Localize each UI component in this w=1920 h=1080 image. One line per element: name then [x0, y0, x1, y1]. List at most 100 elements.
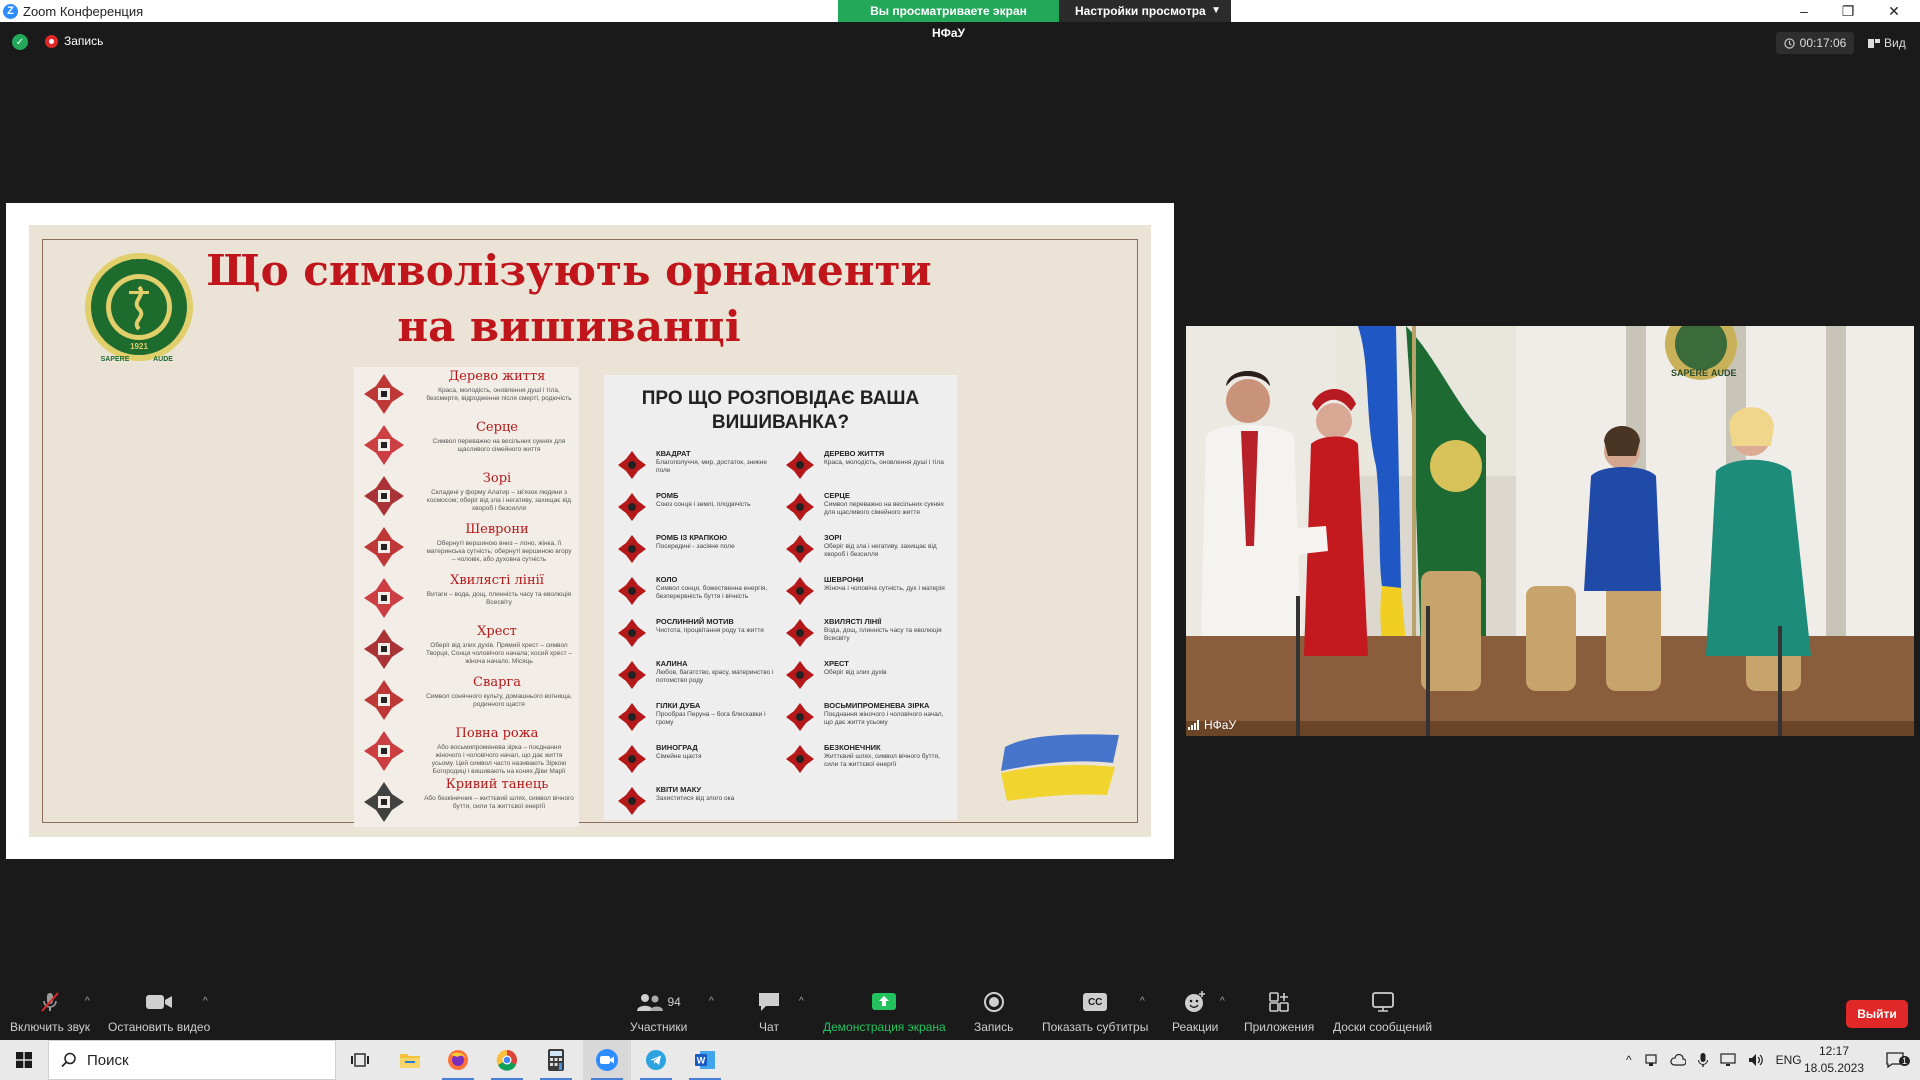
input-language[interactable]: ENG	[1776, 1053, 1802, 1067]
reactions-options-chevron-icon[interactable]: ^	[1220, 996, 1225, 1007]
symbol-name: ЗОРІ	[824, 533, 842, 542]
ornament-pattern-icon	[364, 782, 404, 822]
apps-icon	[1269, 992, 1289, 1012]
ornament-pattern-icon	[364, 374, 404, 414]
firefox-button[interactable]	[434, 1040, 482, 1080]
onedrive-cloud-icon[interactable]	[1670, 1054, 1686, 1066]
closed-captions-icon: CC	[1083, 993, 1108, 1011]
whiteboard-icon	[1371, 992, 1394, 1012]
participants-button[interactable]: 94 Участники	[630, 990, 687, 1034]
taskbar-clock[interactable]: 12:17 18.05.2023	[1800, 1043, 1868, 1077]
windows-taskbar: Поиск W ^ ENG 12:17 18.05.2023 1	[0, 1040, 1920, 1080]
leave-meeting-button[interactable]: Выйти	[1846, 1000, 1908, 1028]
volume-icon[interactable]	[1748, 1053, 1764, 1067]
symbol-name: КОЛО	[656, 575, 678, 584]
ornament-pattern-icon	[364, 578, 404, 618]
zoom-logo-icon: Z	[3, 3, 18, 19]
unmute-button[interactable]: Включить звук	[10, 990, 90, 1034]
symbol-description: Жіноча і чоловіча сутність, дух і матері…	[824, 585, 945, 592]
participant-name: НФаУ	[1204, 718, 1237, 732]
restore-button[interactable]: ❐	[1826, 0, 1870, 22]
security-shield-icon[interactable]: ✓	[12, 34, 28, 50]
symbol-description: Посередині - засіяне поле	[656, 543, 735, 550]
start-button[interactable]	[0, 1040, 48, 1080]
telegram-button[interactable]	[632, 1040, 680, 1080]
chrome-button[interactable]	[483, 1040, 531, 1080]
firefox-icon	[448, 1050, 468, 1070]
network-status-icon[interactable]	[1644, 1053, 1658, 1067]
ornament-row: Повна рожа Або восьмипроменева зірка – по…	[354, 724, 579, 775]
view-button[interactable]: Вид	[1868, 32, 1906, 54]
ornament-name: Сварга	[473, 675, 521, 690]
ornament-row: Хрест Оберіг від злих духів. Прямий хрест…	[354, 622, 579, 673]
participant-video[interactable]: SAPERE AUDE	[1186, 326, 1914, 736]
title-bar: Z Zoom Конференция Вы просматриваете экр…	[0, 0, 1920, 40]
stop-video-button[interactable]: Остановить видео	[108, 990, 210, 1034]
ornament-pattern-icon	[364, 527, 404, 567]
chat-button[interactable]: Чат	[757, 990, 781, 1034]
ornament-pattern-icon	[364, 476, 404, 516]
reactions-button[interactable]: Реакции	[1172, 990, 1218, 1034]
captions-button[interactable]: CC Показать субтитры	[1042, 990, 1148, 1034]
symbol-description: Символ переважно на весільних сукнях для…	[824, 501, 944, 516]
audio-options-chevron-icon[interactable]: ^	[85, 996, 90, 1007]
ornament-pattern-icon	[364, 629, 404, 669]
recording-indicator[interactable]: Запись	[45, 34, 103, 48]
captions-options-chevron-icon[interactable]: ^	[1140, 996, 1145, 1007]
ornament-description: Символ сонячного культу, домашнього вогн…	[426, 693, 572, 708]
ornament-symbol-icon	[786, 619, 814, 647]
ukraine-flag-brush	[1001, 734, 1119, 801]
infographic-item: БЕЗКОНЕЧНИК Життєвий шлях, символ вічного…	[784, 741, 954, 781]
ornament-name: Повна рожа	[455, 726, 539, 741]
folder-icon	[400, 1054, 420, 1068]
calculator-button[interactable]	[532, 1040, 580, 1080]
minimize-button[interactable]: –	[1782, 0, 1826, 22]
tray-overflow-chevron-icon[interactable]: ^	[1626, 1053, 1632, 1067]
ornament-row: Шеврони Обернуті вершиною вниз – лоно, жі…	[354, 520, 579, 571]
taskbar-search[interactable]: Поиск	[48, 1040, 336, 1080]
ornament-name: Дерево життя	[448, 369, 546, 384]
infographic-item: ГІЛКИ ДУБА Прообраз Перуна – бога блискав…	[616, 699, 786, 739]
close-button[interactable]: ✕	[1872, 0, 1916, 22]
symbol-name: РОМБ	[656, 491, 679, 500]
ornament-row: Сварга Символ сонячного культу, домашньог…	[354, 673, 579, 724]
notifications-button[interactable]: 1	[1880, 1040, 1911, 1080]
ornament-symbol-icon	[786, 535, 814, 563]
infographic-item: ХВИЛЯСТІ ЛІНІЇ Вода, дощ, плинність часу …	[784, 615, 954, 655]
symbol-description: Союз сонця і землі, плодючість	[656, 501, 751, 508]
timer-value: 00:17:06	[1799, 36, 1847, 50]
symbol-description: Поєднання жіночого і чоловічого начал, щ…	[824, 711, 944, 726]
view-settings-button[interactable]: Настройки просмотра ▼	[1059, 0, 1231, 22]
participant-name-tag: НФаУ	[1188, 718, 1236, 732]
infographic-item: ШЕВРОНИ Жіноча і чоловіча сутність, дух і…	[784, 573, 954, 613]
apps-button[interactable]: Приложения	[1244, 990, 1314, 1034]
ornament-symbol-icon	[786, 493, 814, 521]
word-button[interactable]: W	[681, 1040, 729, 1080]
symbol-description: Оберіг від злих духів	[824, 669, 887, 676]
infographic-item: ХРЕСТ Оберіг від злих духів	[784, 657, 954, 697]
chat-options-chevron-icon[interactable]: ^	[799, 996, 804, 1007]
apps-label: Приложения	[1244, 1020, 1315, 1034]
task-view-button[interactable]	[336, 1040, 384, 1080]
infographic-item: РОМБ ІЗ КРАПКОЮ Посередині - засіяне поле	[616, 531, 786, 571]
video-options-chevron-icon[interactable]: ^	[203, 996, 208, 1007]
symbol-name: ВОСЬМИПРОМЕНЕВА ЗІРКА	[824, 701, 930, 710]
ornament-infographic: ПРО ЩО РОЗПОВІДАЄ ВАША ВИШИВАНКА? КВАДРА…	[604, 375, 957, 820]
display-icon[interactable]	[1720, 1053, 1736, 1067]
ornament-symbol-icon	[618, 451, 646, 479]
microphone-icon[interactable]	[1697, 1053, 1708, 1067]
file-explorer-button[interactable]	[386, 1040, 434, 1080]
symbol-name: РОМБ ІЗ КРАПКОЮ	[656, 533, 728, 542]
ornament-pattern-icon	[364, 425, 404, 465]
zoom-taskbar-button[interactable]	[583, 1040, 631, 1080]
symbol-description: Прообраз Перуна – бога блискавки і грому	[656, 711, 766, 726]
whiteboards-button[interactable]: Доски сообщений	[1333, 990, 1432, 1034]
share-screen-button[interactable]: Демонстрация экрана	[823, 990, 946, 1034]
clock-time: 12:17	[1818, 1044, 1850, 1058]
ornament-symbol-icon	[618, 745, 646, 773]
record-icon	[45, 34, 58, 48]
participants-options-chevron-icon[interactable]: ^	[709, 996, 714, 1007]
ornament-description: Краса, молодість, оновлення душі і тіла,…	[426, 387, 572, 402]
record-button[interactable]: Запись	[974, 990, 1013, 1034]
infographic-item: РОМБ Союз сонця і землі, плодючість	[616, 489, 786, 529]
